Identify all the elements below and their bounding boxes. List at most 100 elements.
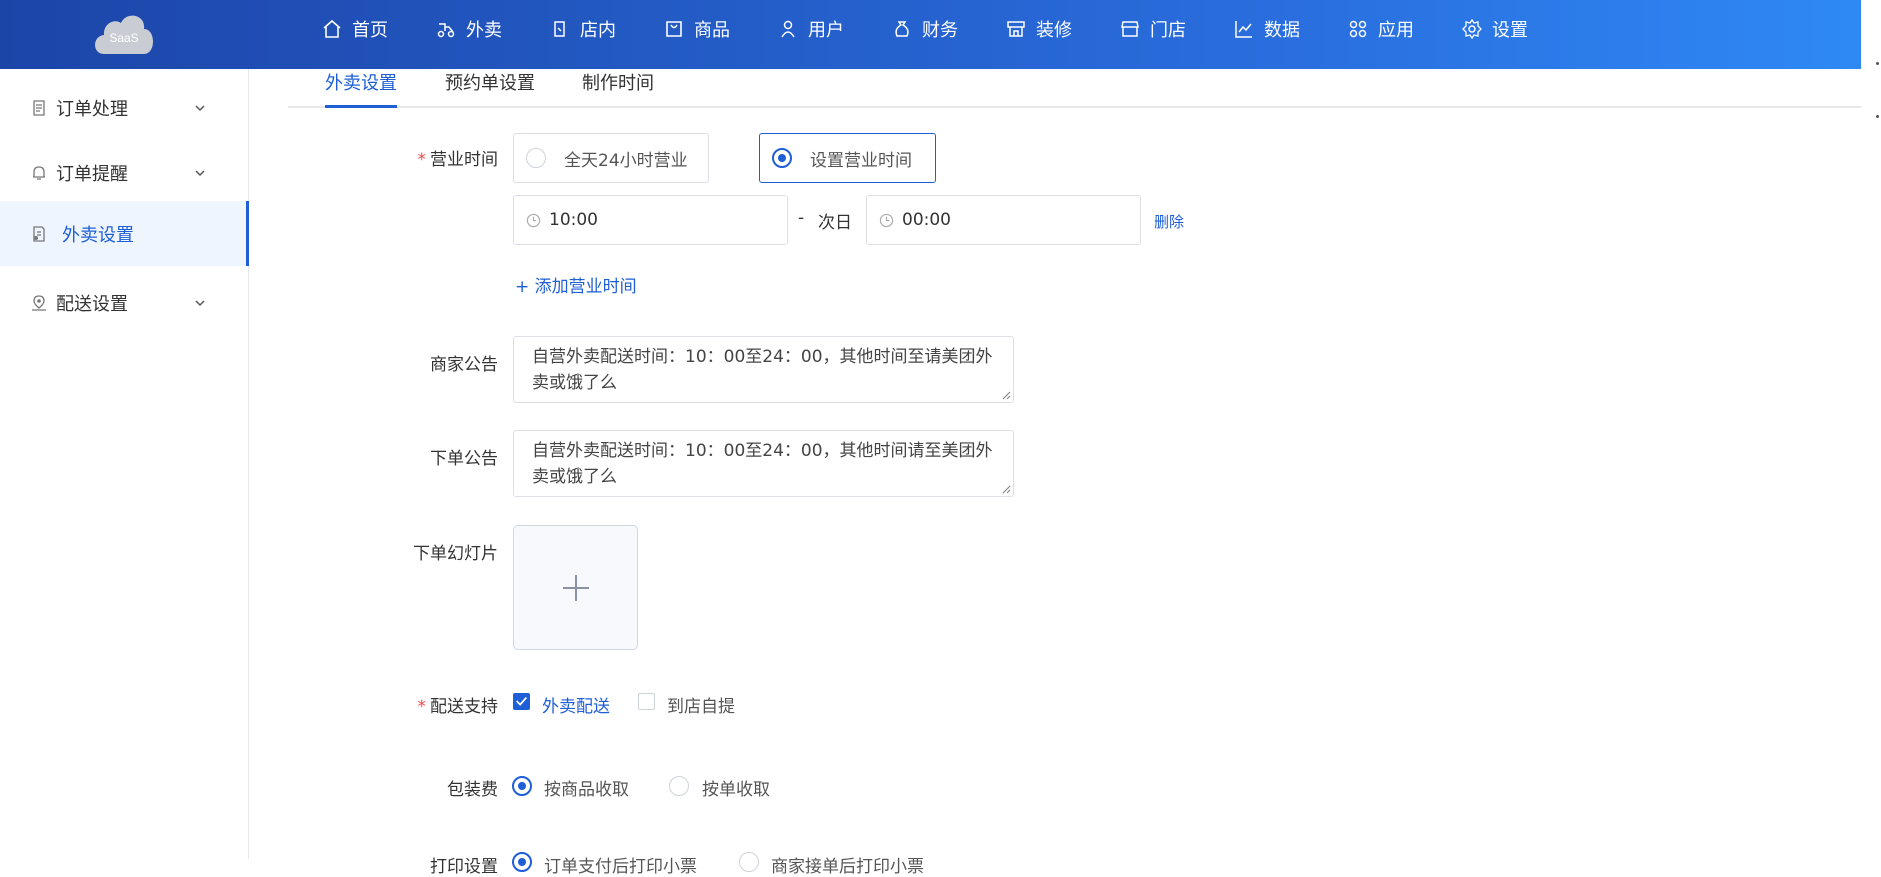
per-order-label: 按单收取: [702, 780, 770, 800]
nav-label: 门店: [1150, 20, 1186, 41]
logo-text: SaaS: [109, 31, 139, 45]
merchant-notice-textarea[interactable]: 自营外卖配送时间：10：00至24：00，其他时间至请美团外卖或饿了么: [513, 336, 1014, 403]
start-time-input[interactable]: 10:00: [513, 195, 788, 245]
storefront-icon: [1007, 21, 1025, 37]
sidebar-item-delivery-settings[interactable]: 配送设置: [0, 270, 249, 335]
checkmark-icon: [516, 696, 528, 706]
order-notice-text: 自营外卖配送时间：10：00至24：00，其他时间请至美团外卖或饿了么: [532, 441, 993, 487]
nav-label: 财务: [922, 20, 958, 41]
sidebar-item-label: 订单提醒: [56, 163, 128, 185]
delivery-support-label: * 配送支持: [388, 692, 499, 717]
clock-icon: [879, 213, 894, 227]
clock-icon: [526, 213, 541, 227]
required-mark: *: [417, 697, 427, 717]
bag-icon: [666, 21, 682, 37]
nav-label: 应用: [1378, 20, 1414, 41]
document-icon: [33, 99, 45, 116]
top-navigation-bar: SaaS 首页 外卖 店内 商品 用户 财务 装修 门店 数据 应用 设置: [0, 0, 1881, 69]
map-pin-icon: [32, 294, 46, 311]
takeout-delivery-label: 外卖配送: [542, 697, 610, 717]
nav-label: 外卖: [466, 20, 502, 41]
start-time-value: 10:00: [549, 210, 598, 230]
print-after-payment-radio[interactable]: [512, 852, 532, 872]
store-pickup-checkbox[interactable]: [638, 693, 655, 710]
merchant-notice-label: 商家公告: [430, 355, 498, 375]
tab-reservation-settings[interactable]: 预约单设置: [445, 69, 535, 106]
packaging-fee-label: 包装费: [447, 780, 498, 800]
money-bag-icon: [895, 21, 909, 37]
print-after-payment-label: 订单支付后打印小票: [544, 857, 697, 877]
per-order-radio[interactable]: [669, 776, 689, 796]
sidebar-item-label: 外卖设置: [62, 224, 134, 246]
nav-home[interactable]: 首页: [322, 16, 388, 42]
custom-hours-option[interactable]: 设置营业时间: [759, 133, 936, 183]
takeout-delivery-checkbox[interactable]: [513, 693, 530, 710]
user-icon: [781, 20, 795, 38]
nav-apps[interactable]: 应用: [1348, 16, 1414, 42]
nav-decoration[interactable]: 装修: [1006, 16, 1072, 42]
edge-mark: [1876, 62, 1879, 65]
print-after-accept-label: 商家接单后打印小票: [771, 857, 924, 877]
chevron-down-icon: [195, 104, 205, 111]
resize-handle-icon[interactable]: [1001, 484, 1011, 494]
next-day-label: 次日: [818, 213, 852, 233]
delete-hours-link[interactable]: 删除: [1154, 211, 1184, 232]
time-separator: -: [798, 208, 805, 228]
nav-goods[interactable]: 商品: [664, 16, 730, 42]
option-label: 全天24小时营业: [564, 150, 688, 171]
nav-label: 数据: [1264, 20, 1300, 41]
end-time-input[interactable]: 00:00: [866, 195, 1141, 245]
sidebar-item-label: 订单处理: [56, 98, 128, 120]
print-after-accept-radio[interactable]: [739, 852, 759, 872]
settings-tabs: 外卖设置 预约单设置 制作时间: [288, 69, 1861, 108]
tab-production-time[interactable]: 制作时间: [582, 69, 654, 106]
tab-takeout-settings[interactable]: 外卖设置: [325, 69, 397, 108]
per-item-label: 按商品收取: [544, 780, 629, 800]
order-notice-textarea[interactable]: 自营外卖配送时间：10：00至24：00，其他时间请至美团外卖或饿了么: [513, 430, 1014, 497]
resize-handle-icon[interactable]: [1001, 390, 1011, 400]
radio-button[interactable]: [526, 148, 546, 168]
main-nav: 首页 外卖 店内 商品 用户 财务 装修 门店 数据 应用 设置: [322, 0, 1576, 58]
per-item-radio[interactable]: [512, 776, 532, 796]
merchant-notice-text: 自营外卖配送时间：10：00至24：00，其他时间至请美团外卖或饿了么: [532, 347, 993, 393]
nav-dine-in[interactable]: 店内: [550, 16, 616, 42]
nav-label: 用户: [808, 20, 844, 41]
sidebar-item-label: 配送设置: [56, 293, 128, 315]
nav-finance[interactable]: 财务: [892, 16, 958, 42]
nav-data[interactable]: 数据: [1234, 16, 1300, 42]
sidebar: 订单处理 订单提醒 外卖设置 配送设置: [0, 69, 249, 859]
field-label-text: 配送支持: [430, 697, 498, 717]
nav-label: 首页: [352, 20, 388, 41]
sidebar-item-order-processing[interactable]: 订单处理: [0, 75, 249, 140]
chevron-down-icon: [195, 299, 205, 306]
saas-logo[interactable]: SaaS: [90, 6, 158, 58]
nav-label: 设置: [1492, 20, 1528, 41]
nav-users[interactable]: 用户: [778, 16, 844, 42]
option-label: 设置营业时间: [810, 150, 912, 171]
apps-icon: [1349, 20, 1367, 38]
store-pickup-label: 到店自提: [667, 697, 735, 717]
all-day-option[interactable]: 全天24小时营业: [513, 133, 709, 183]
radio-button-selected[interactable]: [772, 148, 792, 168]
window-edge: [1861, 0, 1881, 859]
edge-mark: [1876, 115, 1879, 118]
settings-doc-icon: [33, 225, 45, 242]
sidebar-item-order-reminder[interactable]: 订单提醒: [0, 140, 249, 205]
bell-icon: [33, 165, 45, 180]
sidebar-item-takeout-settings[interactable]: 外卖设置: [0, 201, 249, 266]
required-mark: *: [417, 150, 427, 170]
nav-settings[interactable]: 设置: [1462, 16, 1528, 42]
end-time-value: 00:00: [902, 210, 951, 230]
business-hours-label: * 营业时间: [388, 145, 499, 170]
order-notice-label: 下单公告: [430, 449, 498, 469]
nav-store[interactable]: 门店: [1120, 16, 1186, 42]
line-chart-icon: [1235, 21, 1252, 38]
slideshow-upload-button[interactable]: [513, 525, 638, 650]
nav-takeout[interactable]: 外卖: [436, 16, 502, 42]
nav-label: 装修: [1036, 20, 1072, 41]
delivery-icon: [437, 23, 455, 38]
print-settings-label: 打印设置: [430, 857, 498, 877]
chevron-down-icon: [195, 169, 205, 176]
add-business-hours-link[interactable]: + 添加营业时间: [515, 272, 637, 297]
plus-icon: [563, 575, 589, 601]
